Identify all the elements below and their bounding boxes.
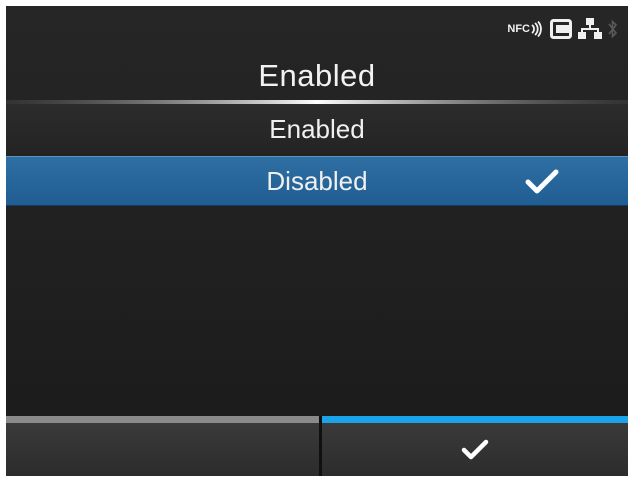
network-icon [578, 18, 602, 40]
option-label: Enabled [269, 113, 365, 144]
nfc-label: NFC [507, 23, 530, 35]
confirm-softkey[interactable] [322, 416, 628, 476]
option-disabled[interactable]: Disabled [6, 156, 628, 206]
nfc-icon: NFC [507, 21, 544, 37]
printer-display: NFC Enabled Enabled Disabled [6, 6, 628, 476]
sd-card-icon [550, 19, 572, 39]
option-label: Disabled [266, 165, 368, 196]
page-title: Enabled [258, 58, 376, 93]
softkey-bar [6, 416, 628, 476]
option-enabled[interactable]: Enabled [6, 104, 628, 154]
checkmark-icon [461, 439, 489, 459]
softkey-left[interactable] [6, 416, 319, 476]
status-bar: NFC [507, 14, 618, 44]
selected-checkmark-icon [525, 169, 559, 194]
bluetooth-icon [608, 19, 618, 39]
